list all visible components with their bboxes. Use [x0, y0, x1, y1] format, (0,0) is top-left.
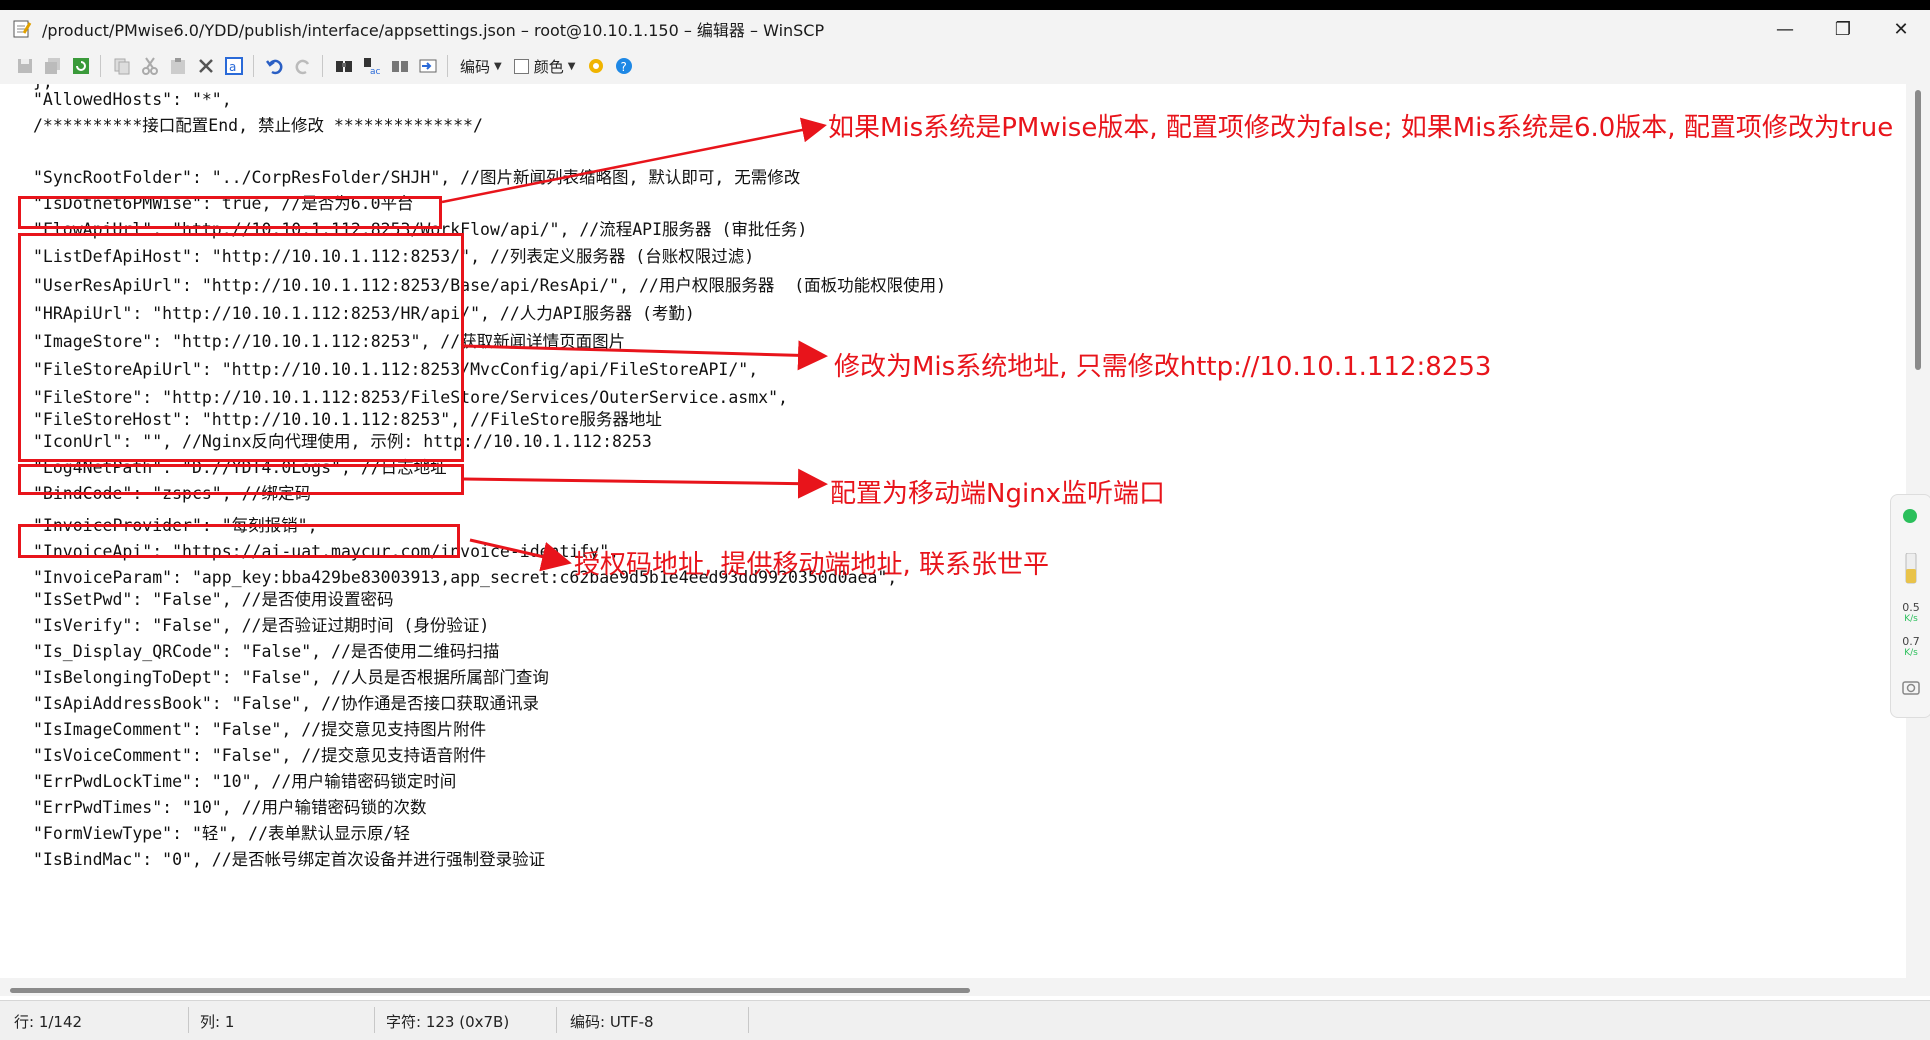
color-label: 颜色 [533, 57, 564, 76]
editor-app-icon [13, 20, 32, 38]
code-line[interactable]: "FormViewType": "轻", //表单默认显示原/轻 [33, 824, 410, 844]
chevron-down-icon: ▼ [567, 60, 576, 72]
code-line[interactable]: "AllowedHosts": "*", [33, 90, 232, 110]
code-line[interactable]: "IsVoiceComment": "False", //提交意见支持语音附件 [33, 746, 486, 766]
window-titlebar: /product/PMwise6.0/YDD/publish/interface… [0, 10, 1930, 48]
code-line[interactable]: "IsSetPwd": "False", //是否使用设置密码 [33, 590, 393, 610]
code-line[interactable]: "SyncRootFolder": "../CorpResFolder/SHJH… [33, 168, 800, 188]
svg-text:a: a [229, 60, 236, 74]
highlight-box-iconurl [18, 464, 464, 495]
annotation-dotnet-note: 如果Mis系统是PMwise版本, 配置项修改为false; 如果Mis系统是6… [828, 113, 1894, 143]
status-encoding: 编码: UTF-8 [570, 1013, 654, 1031]
highlight-box-isdotnet [18, 196, 442, 229]
code-line[interactable]: "IsApiAddressBook": "False", //协作通是否接口获取… [33, 694, 539, 714]
encoding-menu[interactable]: 编码 ▼ [460, 56, 502, 77]
status-bar: 行: 1/142 列: 1 字符: 123 (0x7B) 编码: UTF-8 [0, 1000, 1930, 1040]
find-next-icon[interactable] [387, 53, 413, 79]
restore-icon[interactable]: ❐ [1814, 10, 1872, 48]
upload-speed-value: 0.5 [1902, 601, 1920, 614]
highlight-box-bindcode [18, 524, 460, 558]
svg-text:?: ? [621, 60, 627, 74]
code-line[interactable]: "IsImageComment": "False", //提交意见支持图片附件 [33, 720, 486, 740]
status-column: 列: 1 [200, 1013, 235, 1031]
vertical-scrollbar-thumb[interactable] [1915, 90, 1921, 370]
top-black-strip [0, 0, 1930, 10]
code-line[interactable]: "ErrPwdTimes": "10", //用户输错密码锁的次数 [33, 798, 426, 818]
status-character: 字符: 123 (0x7B) [386, 1013, 510, 1031]
download-speed-unit: K/s [1904, 648, 1918, 658]
highlight-box-api-urls [18, 233, 464, 462]
minimize-icon[interactable]: — [1756, 10, 1814, 48]
code-line[interactable]: /**********接口配置End, 禁止修改 **************/ [33, 116, 483, 136]
cut-icon[interactable] [137, 53, 163, 79]
paste-icon[interactable] [165, 53, 191, 79]
battery-icon [1905, 553, 1917, 584]
window-title: /product/PMwise6.0/YDD/publish/interface… [42, 21, 825, 40]
chevron-down-icon: ▼ [494, 60, 502, 72]
horizontal-scrollbar-thumb[interactable] [10, 988, 970, 993]
code-line[interactable]: "IsVerify": "False", //是否验证过期时间 (身份验证) [33, 616, 489, 636]
annotation-auth-note: 授权码地址, 提供移动端地址, 联系张世平 [574, 550, 1050, 580]
download-speed-value: 0.7 [1902, 635, 1920, 648]
annotation-mis-address-note: 修改为Mis系统地址, 只需修改http://10.10.1.112:8253 [834, 352, 1492, 382]
code-line[interactable]: "IsBelongingToDept": "False", //人员是否根据所属… [33, 668, 549, 688]
toolbar: a ac 编码 ▼ 颜色 ▼ ? [0, 48, 1930, 84]
undo-icon[interactable] [262, 53, 288, 79]
save-icon[interactable] [12, 53, 38, 79]
copy-icon[interactable] [109, 53, 135, 79]
horizontal-scrollbar[interactable] [0, 978, 1930, 996]
find-icon[interactable] [331, 53, 357, 79]
code-line[interactable]: "Is_Display_QRCode": "False", //是否使用二维码扫… [33, 642, 499, 662]
code-line[interactable]: "ErrPwdLockTime": "10", //用户输错密码锁定时间 [33, 772, 456, 792]
replace-icon[interactable]: ac [359, 53, 385, 79]
color-menu[interactable]: 颜色 ▼ [534, 56, 576, 77]
network-speed-widget: 0.5 K/s 0.7 K/s [1890, 494, 1930, 718]
select-all-icon[interactable]: a [221, 53, 247, 79]
status-line: 行: 1/142 [14, 1013, 83, 1031]
reload-icon[interactable] [68, 53, 94, 79]
redo-icon[interactable] [290, 53, 316, 79]
delete-icon[interactable] [193, 53, 219, 79]
color-checkbox[interactable] [513, 58, 529, 74]
save-all-icon[interactable] [40, 53, 66, 79]
status-dot-icon [1903, 509, 1917, 523]
code-line[interactable]: "IsBindMac": "0", //是否帐号绑定首次设备并进行强制登录验证 [33, 850, 545, 870]
close-icon[interactable]: ✕ [1872, 10, 1930, 48]
help-icon[interactable]: ? [611, 53, 637, 79]
annotation-nginx-note: 配置为移动端Nginx监听端口 [830, 479, 1166, 509]
settings-gear-icon[interactable] [583, 53, 609, 79]
camera-icon [1902, 681, 1920, 695]
upload-speed-unit: K/s [1904, 614, 1918, 624]
encoding-label: 编码 [460, 57, 491, 76]
goto-line-icon[interactable] [415, 53, 441, 79]
svg-text:ac: ac [370, 67, 381, 76]
